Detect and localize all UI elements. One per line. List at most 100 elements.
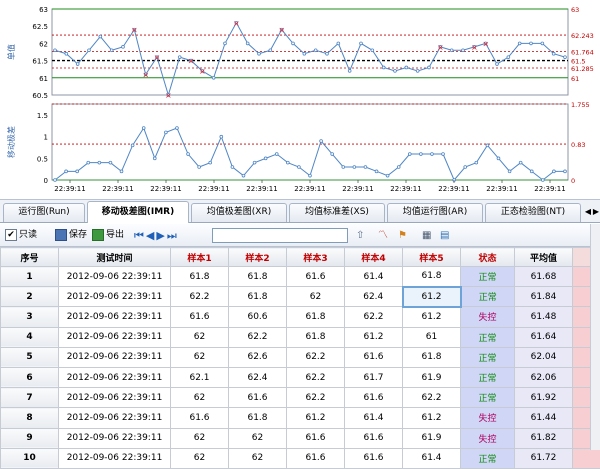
previous-record-icon[interactable]: ◀ xyxy=(146,229,156,242)
table-row[interactable]: 62012-09-06 22:39:1162.162.462.261.761.9… xyxy=(1,367,600,387)
cell-index[interactable]: 7 xyxy=(1,388,59,408)
cell-sample-4[interactable]: 61.6 xyxy=(345,428,403,448)
cell-test-time[interactable]: 2012-09-06 22:39:11 xyxy=(59,388,171,408)
cell-sample-2[interactable]: 61.6 xyxy=(229,388,287,408)
cell-average[interactable]: 61.44 xyxy=(515,408,573,428)
cell-average[interactable]: 61.72 xyxy=(515,448,573,468)
table-row[interactable]: 72012-09-06 22:39:116261.662.261.662.2正常… xyxy=(1,388,600,408)
move-up-icon[interactable]: ⇧ xyxy=(356,228,364,243)
cell-sample-4[interactable]: 61.6 xyxy=(345,347,403,367)
cell-test-time[interactable]: 2012-09-06 22:39:11 xyxy=(59,287,171,307)
header-sample-2[interactable]: 样本2 xyxy=(229,248,287,267)
cell-sample-5[interactable]: 61.2 xyxy=(403,287,461,307)
cell-average[interactable]: 61.84 xyxy=(515,287,573,307)
table-row[interactable]: 82012-09-06 22:39:1161.661.861.261.461.2… xyxy=(1,408,600,428)
cell-sample-2[interactable]: 61.8 xyxy=(229,287,287,307)
cell-sample-1[interactable]: 62.1 xyxy=(171,367,229,387)
cell-sample-4[interactable]: 61.4 xyxy=(345,267,403,287)
table-row[interactable]: 12012-09-06 22:39:1161.861.861.661.461.8… xyxy=(1,267,600,287)
cell-range[interactable] xyxy=(573,448,600,468)
cell-sample-2[interactable]: 61.8 xyxy=(229,267,287,287)
cell-sample-3[interactable]: 61.2 xyxy=(287,408,345,428)
cell-status[interactable]: 正常 xyxy=(461,367,515,387)
cell-sample-1[interactable]: 62.2 xyxy=(171,287,229,307)
table-row[interactable]: 52012-09-06 22:39:116262.662.261.661.8正常… xyxy=(1,347,600,367)
cell-sample-5[interactable]: 61.2 xyxy=(403,408,461,428)
header-sample-5[interactable]: 样本5 xyxy=(403,248,461,267)
cell-sample-2[interactable]: 60.6 xyxy=(229,307,287,327)
search-input[interactable] xyxy=(212,228,348,243)
header-average[interactable]: 平均值 xyxy=(515,248,573,267)
readonly-toggle[interactable]: ✔只读 xyxy=(5,228,37,243)
tab-ar[interactable]: 均值运行图(AR) xyxy=(387,203,483,222)
export-button[interactable]: 导出 xyxy=(92,228,124,243)
cell-index[interactable]: 1 xyxy=(1,267,59,287)
cell-sample-4[interactable]: 61.2 xyxy=(345,327,403,347)
cell-average[interactable]: 61.82 xyxy=(515,428,573,448)
cell-sample-2[interactable]: 61.8 xyxy=(229,408,287,428)
cell-sample-1[interactable]: 62 xyxy=(171,327,229,347)
cell-average[interactable]: 61.48 xyxy=(515,307,573,327)
cell-sample-1[interactable]: 61.8 xyxy=(171,267,229,287)
cell-sample-1[interactable]: 62 xyxy=(171,347,229,367)
cell-sample-4[interactable]: 61.6 xyxy=(345,448,403,468)
cell-sample-5[interactable]: 61.9 xyxy=(403,367,461,387)
cell-sample-3[interactable]: 62.2 xyxy=(287,388,345,408)
cell-test-time[interactable]: 2012-09-06 22:39:11 xyxy=(59,267,171,287)
cell-sample-3[interactable]: 61.6 xyxy=(287,448,345,468)
cell-sample-4[interactable]: 62.4 xyxy=(345,287,403,307)
cell-average[interactable]: 62.06 xyxy=(515,367,573,387)
table-row[interactable]: 42012-09-06 22:39:116262.261.861.261正常61… xyxy=(1,327,600,347)
cell-sample-1[interactable]: 61.6 xyxy=(171,307,229,327)
next-record-icon[interactable]: ▶ xyxy=(156,229,166,242)
cell-index[interactable]: 4 xyxy=(1,327,59,347)
table-row[interactable]: 32012-09-06 22:39:1161.660.661.862.261.2… xyxy=(1,307,600,327)
cell-sample-2[interactable]: 62 xyxy=(229,428,287,448)
tab-xr[interactable]: 均值极差图(XR) xyxy=(191,203,287,222)
cell-average[interactable]: 61.68 xyxy=(515,267,573,287)
tab-run[interactable]: 运行图(Run) xyxy=(3,203,85,222)
cell-sample-3[interactable]: 62.2 xyxy=(287,367,345,387)
marker-icon[interactable]: ⚑ xyxy=(398,228,407,243)
cell-sample-5[interactable]: 61.4 xyxy=(403,448,461,468)
cell-sample-5[interactable]: 61 xyxy=(403,327,461,347)
cell-sample-4[interactable]: 61.4 xyxy=(345,408,403,428)
cell-sample-2[interactable]: 62.2 xyxy=(229,327,287,347)
table-row[interactable]: 102012-09-06 22:39:11626261.661.661.4正常6… xyxy=(1,448,600,468)
cell-sample-3[interactable]: 62 xyxy=(287,287,345,307)
cell-status[interactable]: 正常 xyxy=(461,287,515,307)
cell-sample-2[interactable]: 62 xyxy=(229,448,287,468)
cell-status[interactable]: 正常 xyxy=(461,448,515,468)
header-status[interactable]: 状态 xyxy=(461,248,515,267)
cell-index[interactable]: 8 xyxy=(1,408,59,428)
checkbox-icon[interactable]: ✔ xyxy=(5,229,17,241)
cell-index[interactable]: 6 xyxy=(1,367,59,387)
cell-sample-5[interactable]: 62.2 xyxy=(403,388,461,408)
cell-test-time[interactable]: 2012-09-06 22:39:11 xyxy=(59,448,171,468)
first-record-icon[interactable]: ⏮ xyxy=(134,229,146,242)
table-row[interactable]: 92012-09-06 22:39:11626261.661.661.9失控61… xyxy=(1,428,600,448)
cell-sample-3[interactable]: 61.8 xyxy=(287,327,345,347)
cell-average[interactable]: 62.04 xyxy=(515,347,573,367)
tab-nt[interactable]: 正态检验图(NT) xyxy=(485,203,581,222)
cell-index[interactable]: 2 xyxy=(1,287,59,307)
cell-status[interactable]: 失控 xyxy=(461,408,515,428)
table-row[interactable]: 22012-09-06 22:39:1162.261.86262.461.2正常… xyxy=(1,287,600,307)
cell-sample-3[interactable]: 62.2 xyxy=(287,347,345,367)
header-sample-1[interactable]: 样本1 xyxy=(171,248,229,267)
cell-test-time[interactable]: 2012-09-06 22:39:11 xyxy=(59,327,171,347)
calculator-icon[interactable]: ▦ xyxy=(422,228,431,243)
cell-index[interactable]: 5 xyxy=(1,347,59,367)
cell-sample-4[interactable]: 62.2 xyxy=(345,307,403,327)
tab-imr[interactable]: 移动极差图(IMR) xyxy=(87,201,189,223)
cell-sample-4[interactable]: 61.6 xyxy=(345,388,403,408)
last-record-icon[interactable]: ⏭ xyxy=(167,229,179,242)
cell-sample-1[interactable]: 62 xyxy=(171,448,229,468)
document-icon[interactable]: ▤ xyxy=(440,228,449,243)
tab-xs[interactable]: 均值标准差(XS) xyxy=(289,203,385,222)
cell-sample-5[interactable]: 61.8 xyxy=(403,347,461,367)
trend-chart-icon[interactable]: 〽 xyxy=(378,228,388,243)
cell-index[interactable]: 3 xyxy=(1,307,59,327)
cell-test-time[interactable]: 2012-09-06 22:39:11 xyxy=(59,347,171,367)
cell-sample-1[interactable]: 61.6 xyxy=(171,408,229,428)
